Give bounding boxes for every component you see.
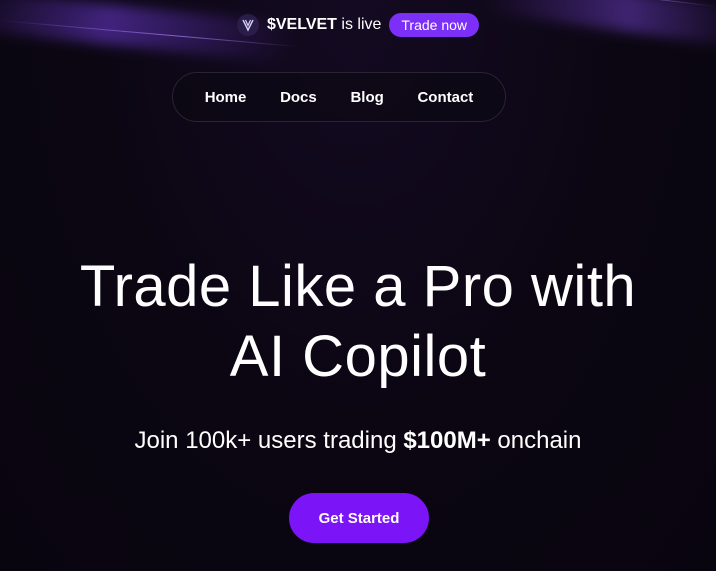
beam-line-right: [477, 0, 716, 7]
nav-item-contact[interactable]: Contact: [409, 83, 481, 112]
velvet-logo-icon: [236, 14, 259, 36]
landing-page: $VELVET is live Trade now Home Docs Blog…: [0, 0, 716, 571]
announcement-text: $VELVET is live: [267, 16, 381, 34]
subtitle-highlight: $100M+: [403, 427, 491, 454]
get-started-button[interactable]: Get Started: [289, 493, 429, 543]
token-name: $VELVET: [266, 16, 337, 33]
hero-title-line2: AI Copilot: [229, 324, 487, 389]
hero-title: Trade Like a Pro with AI Copilot: [0, 252, 716, 392]
subtitle-suffix: onchain: [490, 427, 582, 454]
hero-title-line1: Trade Like a Pro with: [79, 254, 637, 319]
nav-item-home[interactable]: Home: [197, 83, 255, 112]
subtitle-prefix: Join 100k+ users trading: [134, 427, 404, 454]
announcement-suffix: is live: [336, 16, 382, 33]
nav-item-docs[interactable]: Docs: [272, 83, 325, 112]
announcement-bar: $VELVET is live Trade now: [0, 12, 716, 38]
trade-now-button[interactable]: Trade now: [389, 13, 480, 37]
main-nav: Home Docs Blog Contact: [172, 72, 506, 122]
nav-item-blog[interactable]: Blog: [342, 83, 391, 112]
hero-subtitle: Join 100k+ users trading $100M+ onchain: [0, 427, 716, 455]
